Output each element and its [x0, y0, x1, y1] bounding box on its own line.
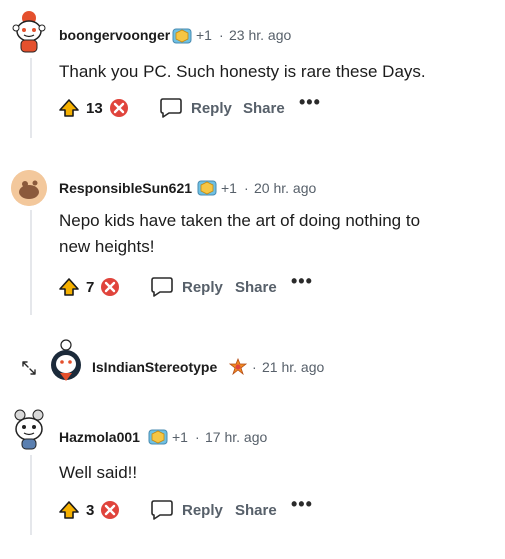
snoo-avatar-icon — [51, 339, 81, 381]
flair-badge-icon — [197, 180, 217, 196]
flair-badge-icon — [148, 429, 168, 445]
vote-controls: 3 — [58, 499, 120, 521]
reply-button[interactable]: Reply — [159, 97, 232, 119]
more-options-button[interactable]: ••• — [291, 271, 313, 292]
more-options-button[interactable]: ••• — [299, 92, 321, 113]
upvote-arrow-icon[interactable] — [58, 499, 80, 521]
vote-controls: 13 — [58, 97, 129, 119]
share-label: Share — [243, 99, 285, 117]
reply-button[interactable]: Reply — [150, 499, 223, 521]
more-options-button[interactable]: ••• — [291, 494, 313, 515]
share-button[interactable]: Share — [235, 499, 277, 521]
flair-badge-icon — [172, 28, 192, 44]
comment-body: Thank you PC. Such honesty is rare these… — [59, 62, 426, 81]
comment-time[interactable]: 20 hr. ago — [254, 180, 316, 196]
comment-time[interactable]: 21 hr. ago — [262, 359, 324, 375]
meta-separator: · — [219, 27, 224, 43]
downvote-circle-icon[interactable] — [100, 277, 120, 297]
share-button[interactable]: Share — [243, 97, 285, 119]
upvote-arrow-icon[interactable] — [58, 97, 80, 119]
downvote-circle-icon[interactable] — [109, 98, 129, 118]
downvote-circle-icon[interactable] — [100, 500, 120, 520]
comment-time[interactable]: 23 hr. ago — [229, 27, 291, 43]
snoo-avatar-icon — [12, 11, 46, 53]
reply-label: Reply — [182, 278, 223, 296]
vote-controls: 7 — [58, 276, 120, 298]
comment-author[interactable]: ResponsibleSun621 — [59, 180, 192, 196]
reply-label: Reply — [182, 501, 223, 519]
share-label: Share — [235, 501, 277, 519]
share-button[interactable]: Share — [235, 276, 277, 298]
vote-score: 3 — [86, 501, 95, 519]
meta-separator: · — [244, 180, 249, 196]
thread-line-4[interactable] — [30, 455, 32, 535]
flair-extra: +1 — [221, 180, 237, 196]
flair-extra: +1 — [172, 429, 188, 445]
reply-button[interactable]: Reply — [150, 276, 223, 298]
snoo-avatar-icon — [14, 409, 44, 450]
vote-score: 7 — [86, 278, 95, 296]
avatar[interactable] — [8, 405, 50, 451]
share-label: Share — [235, 278, 277, 296]
comment-body: Well said!! — [59, 463, 138, 482]
expand-arrows-icon[interactable] — [20, 359, 38, 377]
avatar[interactable] — [48, 337, 84, 385]
reply-label: Reply — [191, 99, 232, 117]
speech-bubble-icon — [160, 98, 182, 118]
meta-separator: · — [195, 429, 200, 445]
snoo-avatar-icon — [11, 170, 47, 206]
comment-author[interactable]: Hazmola001 — [59, 429, 140, 445]
flair-badge-icon — [228, 358, 248, 376]
meta-separator: · — [252, 359, 257, 375]
avatar[interactable] — [11, 170, 47, 206]
upvote-arrow-icon[interactable] — [58, 276, 80, 298]
vote-score: 13 — [86, 99, 103, 117]
speech-bubble-icon — [151, 500, 173, 520]
avatar[interactable] — [8, 8, 50, 54]
comment-author[interactable]: boongervoonger — [59, 27, 170, 43]
comment-time[interactable]: 17 hr. ago — [205, 429, 267, 445]
thread-line-2[interactable] — [30, 210, 32, 315]
flair-extra: +1 — [196, 27, 212, 43]
comment-body: Nepo kids have taken the art of doing no… — [59, 211, 421, 256]
thread-line-1[interactable] — [30, 58, 32, 138]
comment-author[interactable]: IsIndianStereotype — [92, 359, 217, 375]
speech-bubble-icon — [151, 277, 173, 297]
